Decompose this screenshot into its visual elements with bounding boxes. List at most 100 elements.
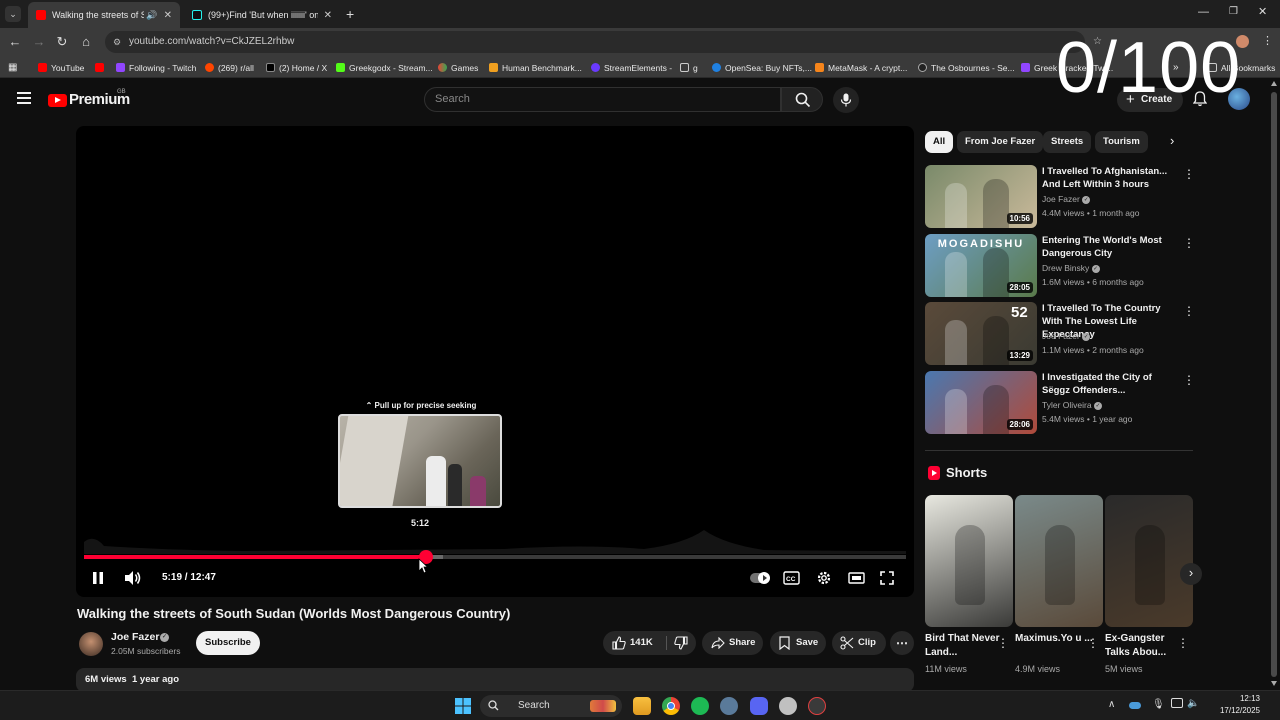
more-actions-button[interactable]: ⋯ [890,631,914,655]
short-title[interactable]: Bird That Never Land... [925,632,1005,660]
minimize-window-icon[interactable]: — [1198,6,1209,18]
recommendation-thumbnail[interactable]: 10:56 [925,165,1037,228]
voice-search-button[interactable] [833,87,859,113]
new-tab-button[interactable]: + [346,6,354,22]
system-clock[interactable]: 12:13 17/12/2025 [1204,693,1260,717]
description-box[interactable]: 6M views 1 year ago [76,668,914,692]
taskbar-search[interactable]: Search [480,695,622,717]
short-title[interactable]: Ex-Gangster Talks Abou... [1105,632,1185,660]
short-thumbnail[interactable] [1105,495,1193,627]
page-scrollbar[interactable] [1268,78,1280,690]
network-icon[interactable] [1171,698,1183,708]
theater-mode-button[interactable] [848,569,865,587]
ccleaner-icon[interactable] [779,697,797,715]
more-options-icon[interactable]: ⋮ [1183,236,1195,250]
bookmark-twitch[interactable]: Following - Twitch [116,61,196,74]
spotify-icon[interactable] [691,697,709,715]
more-options-icon[interactable]: ⋮ [1183,373,1195,387]
youtube-logo-icon[interactable] [48,94,67,107]
bookmark-metamask[interactable]: MetaMask - A crypt... [815,61,907,74]
apps-grid-icon[interactable]: ▦ [8,61,17,74]
chips-next-icon[interactable]: › [1170,133,1174,148]
browser-menu-icon[interactable]: ⋮ [1262,34,1273,47]
pause-button[interactable] [92,569,104,587]
forward-icon[interactable]: → [30,33,48,51]
tray-overflow-icon[interactable]: ∧ [1108,699,1115,710]
short-thumbnail[interactable] [1015,495,1103,627]
bookmark-folder-g[interactable]: g [680,61,698,74]
hamburger-menu-icon[interactable] [17,92,31,104]
reload-icon[interactable]: ↻ [53,33,71,51]
settings-button[interactable] [816,569,832,587]
save-button[interactable]: Save [770,631,826,655]
close-tab-icon[interactable]: ✕ [158,10,172,21]
like-button[interactable]: 141K [603,631,665,655]
chip-all[interactable]: All [925,131,954,153]
search-input[interactable]: Search [424,87,781,112]
short-thumbnail[interactable] [925,495,1013,627]
recommendation-title[interactable]: Entering The World's Most Dangerous City [1042,234,1177,260]
chip-from-joe-fazer[interactable]: From Joe Fazer [957,131,1044,153]
volume-tray-icon[interactable]: 🔈 [1187,698,1199,709]
autoplay-toggle[interactable] [750,572,770,584]
recommendation-thumbnail[interactable]: 28:06 [925,371,1037,434]
shorts-next-button[interactable]: › [1180,563,1202,585]
tab-search-button[interactable]: ⌄ [5,6,21,22]
close-window-icon[interactable]: ✕ [1258,5,1267,18]
bookmark-games[interactable]: Games [438,61,478,74]
fullscreen-button[interactable] [880,569,894,587]
site-info-icon[interactable]: ⚙ [113,31,121,53]
bookmark-youtube-2[interactable] [95,61,108,74]
more-options-icon[interactable]: ⋮ [1183,304,1195,318]
chip-streets[interactable]: Streets [1043,131,1092,153]
recommendation-thumbnail[interactable]: MOGADISHU 28:05 [925,234,1037,297]
home-icon[interactable]: ⌂ [77,33,95,51]
address-bar[interactable]: ⚙ youtube.com/watch?v=CkJZEL2rhbw ☆ [105,31,1102,53]
recommendation-item[interactable]: 28:06 I Investigated the City of Sëggz O… [925,371,1195,435]
bookmark-opensea[interactable]: OpenSea: Buy NFTs,... [712,61,812,74]
bookmark-youtube[interactable]: YouTube [38,61,84,74]
windows-start-icon[interactable] [454,697,472,715]
file-explorer-icon[interactable] [633,697,651,715]
progress-bar[interactable] [84,550,906,564]
bookmark-x[interactable]: (2) Home / X [266,61,327,74]
scroll-up-icon[interactable] [1271,81,1277,86]
recommendation-thumbnail[interactable]: 52 13:29 [925,302,1037,365]
recommendation-item[interactable]: MOGADISHU 28:05 Entering The World's Mos… [925,234,1195,298]
scroll-down-icon[interactable] [1271,681,1277,686]
settings-icon[interactable] [720,697,738,715]
recommendation-item[interactable]: 52 13:29 I Travelled To The Country With… [925,302,1195,366]
recommendation-channel[interactable]: Tyler Oliveira ✓ [1042,400,1102,410]
browser-tab-tiktok[interactable]: (99+)Find 'But when iiiiiii' on Ti ✕ [184,2,340,28]
clip-button[interactable]: Clip [832,631,886,655]
back-icon[interactable]: ← [6,33,24,51]
browser-tab-youtube[interactable]: Walking the streets of South 🔊 ✕ [28,2,180,28]
video-player[interactable]: ⌃ Pull up for precise seeking 5:12 5:19 … [76,126,914,597]
subtitles-button[interactable]: CC [783,569,800,587]
maximize-window-icon[interactable]: ❐ [1229,6,1238,17]
recommendation-channel[interactable]: Joe Fazer ✓ [1042,194,1091,204]
share-button[interactable]: Share [702,631,763,655]
subscribe-button[interactable]: Subscribe [196,631,260,655]
recommendation-item[interactable]: 10:56 I Travelled To Afghanistan... And … [925,165,1195,229]
more-options-icon[interactable]: ⋮ [1183,167,1195,181]
recommendation-channel[interactable]: Joe Fazer ✓ [1042,331,1091,341]
more-options-icon[interactable]: ⋮ [1087,636,1099,650]
onedrive-icon[interactable] [1129,702,1141,709]
chrome-icon[interactable] [662,697,680,715]
channel-avatar[interactable] [79,632,103,656]
search-button[interactable] [781,87,823,112]
short-title[interactable]: Maximus.Yo u ... [1015,632,1095,646]
bookmark-human-benchmark[interactable]: Human Benchmark... [489,61,582,74]
chip-tourism[interactable]: Tourism [1095,131,1148,153]
bookmark-osbournes[interactable]: The Osbournes - Se... [918,61,1015,74]
scrollbar-thumb[interactable] [1271,92,1277,677]
microphone-tray-icon[interactable]: 🎙 [1152,699,1165,710]
recommendation-channel[interactable]: Drew Binsky ✓ [1042,263,1100,273]
discord-icon[interactable] [750,697,768,715]
bookmark-streamelements[interactable]: StreamElements - [591,61,672,74]
bookmark-reddit[interactable]: (269) r/all [205,61,254,74]
more-options-icon[interactable]: ⋮ [1177,636,1189,650]
mute-button[interactable] [124,569,142,587]
recommendation-title[interactable]: I Investigated the City of Sëggz Offende… [1042,371,1177,397]
